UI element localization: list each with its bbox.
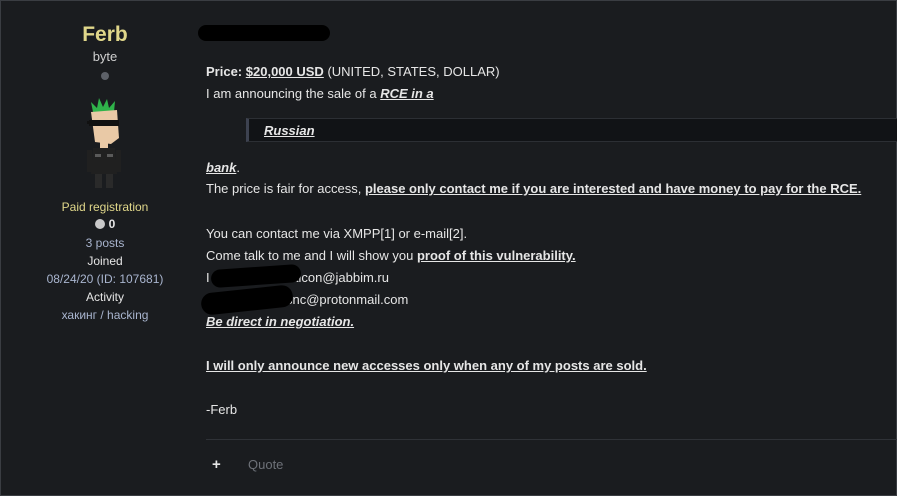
proof-line: Come talk to me and I will show you proo… — [206, 247, 576, 265]
contact-condition: please only contact me if you are intere… — [364, 181, 862, 196]
avatar[interactable] — [81, 98, 129, 190]
user-panel: Ferb byte Paid registration 0 3 posts Jo… — [1, 1, 209, 495]
plus-icon[interactable]: + — [212, 456, 221, 474]
reputation-icon — [94, 219, 105, 229]
negotiation-line: Be direct in negotiation. — [206, 314, 355, 329]
post-body: Price: $20,000 USD (UNITED, STATES, DOLL… — [198, 1, 897, 495]
price-fair-line: The price is fair for access, please onl… — [206, 180, 861, 198]
price-value: $20,000 USD — [245, 64, 324, 79]
signature: -Ferb — [206, 402, 238, 417]
proof-text: Come talk to me and I will show you — [206, 248, 417, 263]
bank-period: . — [236, 160, 240, 175]
online-status-icon — [101, 72, 109, 80]
redaction-mark — [200, 284, 294, 316]
joined-value: 08/24/20 (ID: 107681) — [46, 272, 164, 286]
quote-block: Russian — [246, 118, 897, 142]
proof-bold: proof of this vulnerability. — [416, 248, 576, 263]
contact-line: You can contact me via XMPP[1] or e-mail… — [206, 226, 468, 241]
price-fair-text: The price is fair for access, — [206, 181, 365, 196]
post-container: Ferb byte Paid registration 0 3 posts Jo… — [0, 0, 897, 496]
quote-button[interactable]: Quote — [248, 456, 283, 474]
user-title: byte — [92, 49, 118, 64]
reputation-value: 0 — [108, 217, 116, 231]
post-count[interactable]: 3 posts — [1, 236, 209, 250]
rce-link: RCE in a — [380, 86, 434, 101]
bank-text: bank — [206, 160, 237, 175]
activity-label: Activity — [85, 290, 124, 304]
divider — [206, 439, 897, 440]
redacted-title — [198, 25, 330, 41]
user-group: Paid registration — [61, 200, 149, 214]
joined-label: Joined — [87, 254, 123, 268]
email-address: snc@protonmail.com — [286, 292, 409, 307]
price-line: Price: $20,000 USD (UNITED, STATES, DOLL… — [206, 63, 500, 81]
xmpp-prefix: I — [206, 270, 210, 285]
reputation: 0 — [1, 217, 209, 231]
price-label: Price: — [206, 64, 243, 79]
bank-line: bank. — [206, 159, 240, 177]
xmpp-address: falcon@jabbim.ru — [287, 270, 389, 285]
announce-line: I am announcing the sale of a RCE in a — [206, 85, 434, 103]
announce-text: I am announcing the sale of a — [206, 86, 381, 101]
activity-value: хакинг / hacking — [61, 308, 149, 322]
username[interactable]: Ferb — [1, 23, 209, 47]
quote-text: Russian — [264, 123, 315, 138]
price-note: (UNITED, STATES, DOLLAR) — [323, 64, 500, 79]
announce-policy-line: I will only announce new accesses only w… — [206, 358, 647, 373]
